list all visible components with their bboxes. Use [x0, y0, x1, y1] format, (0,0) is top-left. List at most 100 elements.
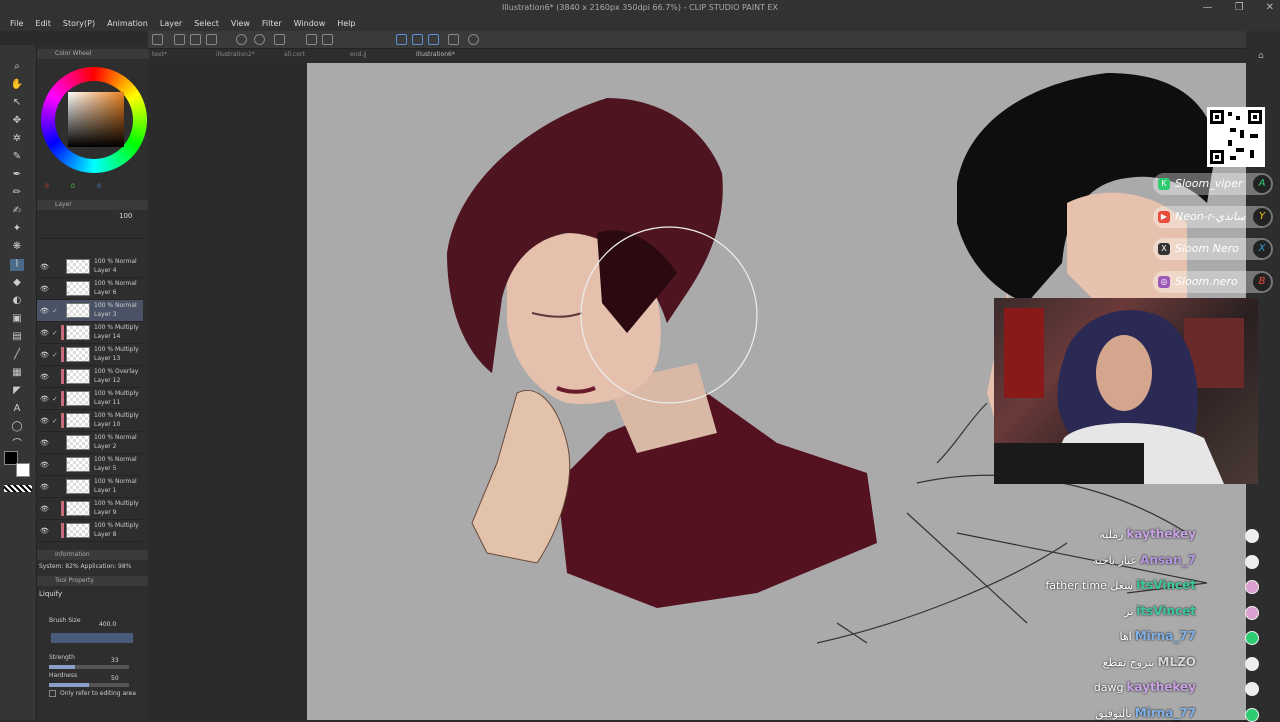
menu-layer[interactable]: Layer — [154, 17, 188, 31]
button-x-icon: X — [1253, 240, 1271, 258]
balloon-icon[interactable]: ◯ — [10, 421, 24, 433]
settings-icon[interactable] — [468, 34, 479, 45]
operation-tool-icon[interactable]: ↖ — [10, 97, 24, 109]
zoom-tool-icon[interactable]: ⌕ — [10, 61, 24, 73]
hardness-value[interactable]: 50 — [111, 675, 119, 682]
transform-icon[interactable] — [306, 34, 317, 45]
brush-tool-icon[interactable]: ✍ — [10, 205, 24, 217]
eye-icon[interactable]: 👁 — [40, 395, 49, 403]
snap-special-ruler-icon[interactable] — [412, 34, 423, 45]
layer-row[interactable]: 👁 100 % Normal Layer 6 — [37, 278, 143, 300]
auto-select-icon[interactable]: ✲ — [10, 133, 24, 145]
move-layer-icon[interactable]: ✥ — [10, 115, 24, 127]
snap-ruler-icon[interactable] — [396, 34, 407, 45]
menu-animation[interactable]: Animation — [101, 17, 154, 31]
layer-row[interactable]: 👁 ✓ 100 % Multiply Layer 10 — [37, 410, 143, 432]
layer-row[interactable]: 👁 100 % Normal Layer 5 — [37, 454, 143, 476]
eye-icon[interactable]: 👁 — [40, 483, 49, 491]
open-icon[interactable] — [174, 34, 185, 45]
minimize-button[interactable]: — — [1203, 2, 1213, 13]
hardness-slider[interactable] — [49, 683, 129, 687]
eye-icon[interactable]: 👁 — [40, 351, 49, 359]
liquify-tool-icon[interactable]: ⌇ — [10, 259, 24, 271]
navigator-icon[interactable]: ⌂ — [1258, 51, 1264, 61]
undo-icon[interactable] — [236, 34, 247, 45]
eye-icon[interactable]: 👁 — [40, 373, 49, 381]
sub-color-swatch[interactable] — [16, 463, 30, 477]
checkmark-icon[interactable]: ✓ — [52, 417, 58, 425]
snap-grid-icon[interactable] — [428, 34, 439, 45]
eye-icon[interactable]: 👁 — [40, 417, 49, 425]
ruler-icon[interactable]: ◤ — [10, 385, 24, 397]
brush-size-value[interactable]: 400.0 — [99, 621, 116, 628]
blend-icon[interactable]: ◐ — [10, 295, 24, 307]
frame-icon[interactable]: ▦ — [10, 367, 24, 379]
clear-icon[interactable] — [274, 34, 285, 45]
eye-icon[interactable]: 👁 — [40, 505, 49, 513]
close-button[interactable]: ✕ — [1266, 2, 1274, 13]
eye-icon[interactable]: 👁 — [40, 527, 49, 535]
layer-opacity[interactable]: 100 — [119, 212, 132, 220]
menu-help[interactable]: Help — [331, 17, 361, 31]
menu-story[interactable]: Story(P) — [57, 17, 101, 31]
menu-select[interactable]: Select — [188, 17, 225, 31]
eye-icon[interactable]: 👁 — [40, 285, 49, 293]
layer-row[interactable]: 👁 100 % Multiply Layer 9 — [37, 498, 143, 520]
menu-bar: File Edit Story(P) Animation Layer Selec… — [0, 17, 1280, 31]
menu-file[interactable]: File — [4, 17, 29, 31]
preview-icon[interactable] — [448, 34, 459, 45]
eye-icon[interactable]: 👁 — [40, 439, 49, 447]
only-refer-checkbox[interactable] — [49, 690, 56, 697]
menu-filter[interactable]: Filter — [256, 17, 288, 31]
layer-row[interactable]: 👁 ✓ 100 % Normal Layer 3 — [37, 300, 143, 322]
layer-row[interactable]: 👁 100 % Multiply Layer 8 — [37, 520, 143, 542]
fill-icon[interactable] — [322, 34, 333, 45]
export-icon[interactable] — [206, 34, 217, 45]
eye-icon[interactable]: 👁 — [40, 461, 49, 469]
save-icon[interactable] — [190, 34, 201, 45]
airbrush-icon[interactable]: ✦ — [10, 223, 24, 235]
checkmark-icon[interactable]: ✓ — [52, 351, 58, 359]
tab-illustration2[interactable]: illustration2* — [216, 51, 255, 58]
strength-value[interactable]: 33 — [111, 657, 119, 664]
redo-icon[interactable] — [254, 34, 265, 45]
menu-edit[interactable]: Edit — [29, 17, 57, 31]
layer-row[interactable]: 👁 ✓ 100 % Multiply Layer 11 — [37, 388, 143, 410]
menu-view[interactable]: View — [225, 17, 256, 31]
eye-icon[interactable]: 👁 — [40, 329, 49, 337]
eraser-icon[interactable]: ◆ — [10, 277, 24, 289]
pencil-tool-icon[interactable]: ✏ — [10, 187, 24, 199]
layer-row[interactable]: 👁 100 % Overlay Layer 12 — [37, 366, 143, 388]
chat-avatar — [1245, 631, 1259, 645]
layer-row[interactable]: 👁 100 % Normal Layer 4 — [37, 256, 143, 278]
tab-text[interactable]: text* — [152, 51, 167, 58]
move-tool-icon[interactable]: ✋ — [10, 79, 24, 91]
figure-icon[interactable]: ╱ — [10, 349, 24, 361]
brush-size-presets[interactable] — [51, 633, 133, 643]
gradient-icon[interactable]: ▤ — [10, 331, 24, 343]
layer-row[interactable]: 👁 ✓ 100 % Multiply Layer 14 — [37, 322, 143, 344]
menu-window[interactable]: Window — [288, 17, 332, 31]
tab-end[interactable]: end.jj — [350, 51, 367, 58]
checkmark-icon[interactable]: ✓ — [52, 329, 58, 337]
eye-icon[interactable]: 👁 — [40, 263, 49, 271]
maximize-button[interactable]: ❐ — [1235, 2, 1244, 13]
transparent-color-swatch[interactable] — [4, 485, 32, 492]
decoration-icon[interactable]: ❋ — [10, 241, 24, 253]
checkmark-icon[interactable]: ✓ — [52, 307, 58, 315]
pen-tool-icon[interactable]: ✒ — [10, 169, 24, 181]
layer-row[interactable]: 👁 ✓ 100 % Multiply Layer 13 — [37, 344, 143, 366]
eye-icon[interactable]: 👁 — [40, 307, 49, 315]
tab-all-cort[interactable]: all.cort — [284, 51, 305, 58]
new-icon[interactable] — [152, 34, 163, 45]
correct-line-icon[interactable]: ⌒ — [10, 439, 24, 451]
tab-illustration6[interactable]: Illustration6* — [416, 51, 455, 58]
color-square[interactable] — [68, 92, 124, 147]
checkmark-icon[interactable]: ✓ — [52, 395, 58, 403]
fill-tool-icon[interactable]: ▣ — [10, 313, 24, 325]
layer-row[interactable]: 👁 100 % Normal Layer 1 — [37, 476, 143, 498]
strength-slider[interactable] — [49, 665, 129, 669]
eyedropper-icon[interactable]: ✎ — [10, 151, 24, 163]
layer-row[interactable]: 👁 100 % Normal Layer 2 — [37, 432, 143, 454]
text-tool-icon[interactable]: A — [10, 403, 24, 415]
